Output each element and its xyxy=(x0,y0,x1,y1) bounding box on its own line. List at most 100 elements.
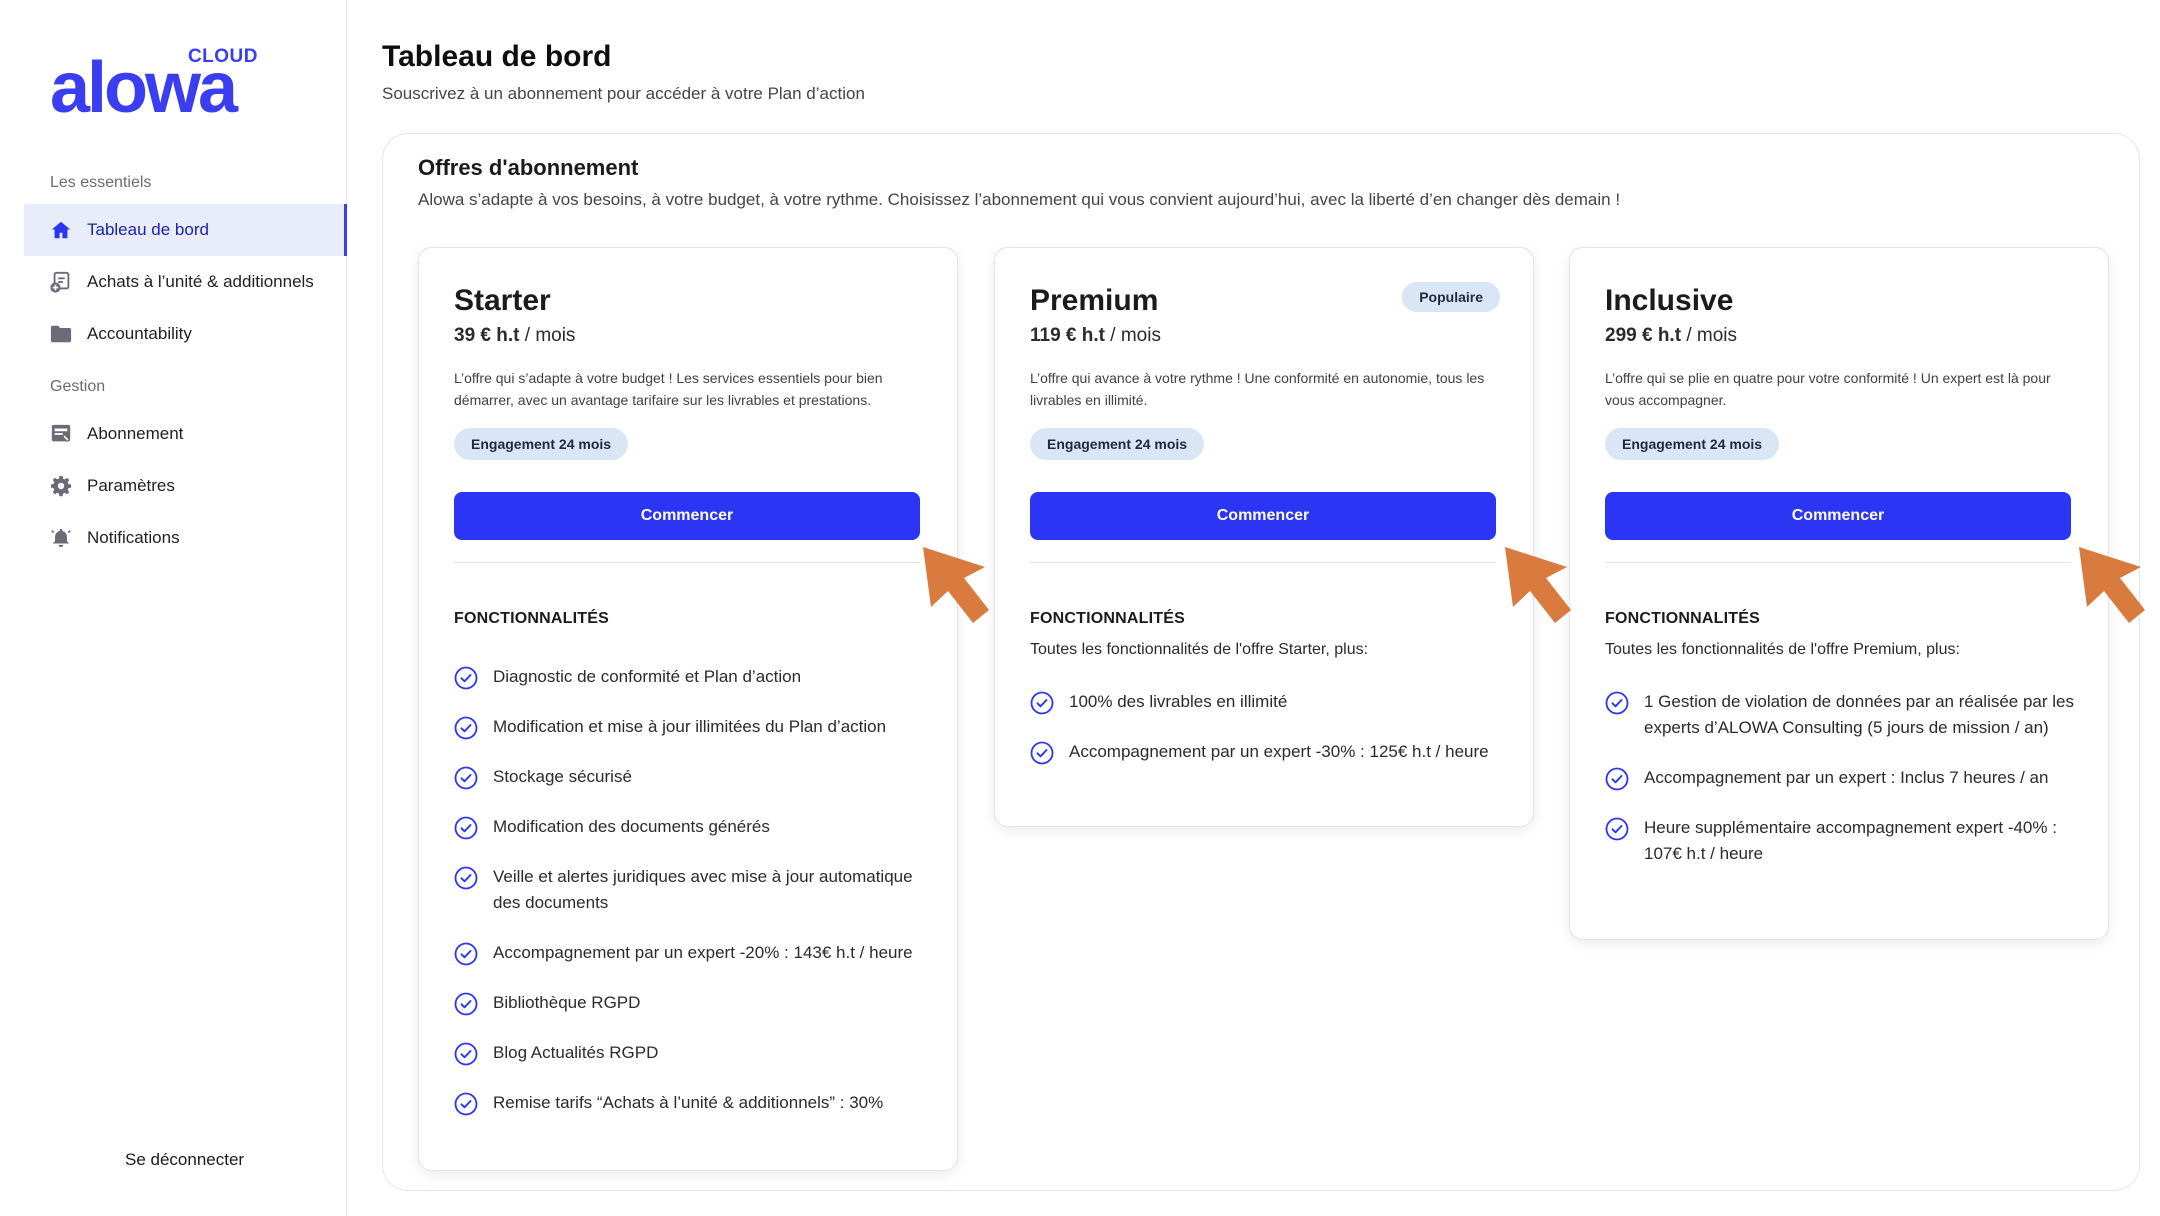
plan-price: 119 € h.t / mois xyxy=(1030,325,1161,347)
commitment-badge: Engagement 24 mois xyxy=(1030,428,1205,460)
home-icon xyxy=(49,218,73,242)
plan-price-period: / mois xyxy=(519,325,576,346)
alowa-logo[interactable]: CLOUD alowa xyxy=(50,44,270,124)
feature-item: Stockage sécurisé xyxy=(454,764,924,790)
feature-text: Veille et alertes juridiques avec mise à… xyxy=(493,867,913,912)
plan-name: Inclusive xyxy=(1605,284,1734,317)
plan-description: L’offre qui se plie en quatre pour votre… xyxy=(1605,370,2051,408)
section-label-gestion: Gestion xyxy=(50,378,106,395)
features-title: FONCTIONNALITÉS xyxy=(1605,610,1760,627)
logout-link[interactable]: Se déconnecter xyxy=(125,1150,244,1170)
plan-price-amount: 299 € h.t xyxy=(1605,325,1682,346)
feature-item: Diagnostic de conformité et Plan d’actio… xyxy=(454,664,924,690)
page-subtitle: Souscrivez à un abonnement pour accéder … xyxy=(382,84,865,103)
feature-text: 1 Gestion de violation de données par an… xyxy=(1644,692,2075,737)
feature-text: Accompagnement par un expert : Inclus 7 … xyxy=(1644,768,2049,787)
page-title: Tableau de bord xyxy=(382,40,612,73)
sidebar-item-label: Accountability xyxy=(87,324,192,343)
feature-item: Remise tarifs “Achats à l’unité & additi… xyxy=(454,1090,924,1116)
feature-text: Diagnostic de conformité et Plan d’actio… xyxy=(493,667,802,686)
gear-icon xyxy=(49,474,73,498)
features-title: FONCTIONNALITÉS xyxy=(454,610,609,627)
section-label-essentiels: Les essentiels xyxy=(50,174,152,191)
feature-item: Blog Actualités RGPD xyxy=(454,1040,924,1066)
plan-description: L’offre qui avance à votre rythme ! Une … xyxy=(1030,370,1485,408)
pointer-arrow-icon xyxy=(1505,547,1571,623)
plan-card-starter: Starter 39 € h.t / mois L’offre qui s’ad… xyxy=(418,247,958,1171)
feature-item: Accompagnement par un expert -20% : 143€… xyxy=(454,940,924,966)
check-circle-icon xyxy=(1605,767,1629,791)
plan-price-period: / mois xyxy=(1681,325,1737,346)
offers-title: Offres d'abonnement xyxy=(418,155,639,180)
check-circle-icon xyxy=(454,716,478,740)
feature-text: Remise tarifs “Achats à l’unité & additi… xyxy=(493,1093,884,1112)
features-list: 1 Gestion de violation de données par an… xyxy=(1605,689,2075,891)
plan-price-period: / mois xyxy=(1105,325,1161,346)
logo-wordmark: alowa xyxy=(50,48,238,128)
plan-description: L’offre qui s’adapte à votre budget ! Le… xyxy=(454,370,883,408)
check-circle-icon xyxy=(454,942,478,966)
sidebar: CLOUD alowa Les essentiels Tableau de bo… xyxy=(0,0,347,1216)
check-circle-icon xyxy=(454,1042,478,1066)
pointer-arrow-icon xyxy=(923,547,989,623)
check-circle-icon xyxy=(454,866,478,890)
check-circle-icon xyxy=(1605,691,1629,715)
features-intro: Toutes les fonctionnalités de l'offre Pr… xyxy=(1605,641,1960,658)
sidebar-item-achats[interactable]: Achats à l’unité & additionnels xyxy=(24,256,347,308)
features-list: 100% des livrables en illimité Accompagne… xyxy=(1030,689,1500,789)
commencer-button-inclusive[interactable]: Commencer xyxy=(1605,492,2071,540)
sidebar-item-accountability[interactable]: Accountability xyxy=(24,308,347,360)
feature-item: 100% des livrables en illimité xyxy=(1030,689,1500,715)
sidebar-item-label: Paramètres xyxy=(87,476,175,495)
feature-item: Accompagnement par un expert : Inclus 7 … xyxy=(1605,765,2075,791)
check-circle-icon xyxy=(454,1092,478,1116)
plan-price-amount: 119 € h.t xyxy=(1030,325,1105,346)
sidebar-item-label: Tableau de bord xyxy=(87,220,209,239)
plan-name: Premium xyxy=(1030,284,1159,317)
features-title: FONCTIONNALITÉS xyxy=(1030,610,1185,627)
card-divider xyxy=(1605,562,2071,563)
subscription-icon xyxy=(49,422,73,446)
feature-item: 1 Gestion de violation de données par an… xyxy=(1605,689,2075,741)
feature-text: Modification et mise à jour illimitées d… xyxy=(493,717,887,736)
features-list: Diagnostic de conformité et Plan d’actio… xyxy=(454,664,924,1140)
sidebar-item-label: Achats à l’unité & additionnels xyxy=(87,272,314,291)
pointer-arrow-icon xyxy=(2079,547,2145,623)
feature-item: Modification et mise à jour illimitées d… xyxy=(454,714,924,740)
sidebar-item-parametres[interactable]: Paramètres xyxy=(24,460,347,512)
feature-text: Accompagnement par un expert -20% : 143€… xyxy=(493,943,913,962)
card-divider xyxy=(454,562,920,563)
card-divider xyxy=(1030,562,1496,563)
popular-badge: Populaire xyxy=(1402,282,1500,312)
feature-text: Blog Actualités RGPD xyxy=(493,1043,659,1062)
feature-text: Modification des documents générés xyxy=(493,817,770,836)
commitment-badge: Engagement 24 mois xyxy=(454,428,629,460)
plan-card-premium: Premium Populaire 119 € h.t / mois L’off… xyxy=(994,247,1534,827)
feature-item: Veille et alertes juridiques avec mise à… xyxy=(454,864,924,916)
plan-price: 39 € h.t / mois xyxy=(454,325,575,347)
feature-text: Stockage sécurisé xyxy=(493,767,632,786)
commencer-button-starter[interactable]: Commencer xyxy=(454,492,920,540)
commencer-button-premium[interactable]: Commencer xyxy=(1030,492,1496,540)
check-circle-icon xyxy=(1030,741,1054,765)
sidebar-item-label: Abonnement xyxy=(87,424,184,443)
plan-price-amount: 39 € h.t xyxy=(454,325,520,346)
check-circle-icon xyxy=(454,766,478,790)
feature-item: Heure supplémentaire accompagnement expe… xyxy=(1605,815,2075,867)
sidebar-item-label: Notifications xyxy=(87,528,180,547)
sidebar-item-abonnement[interactable]: Abonnement xyxy=(24,408,347,460)
check-circle-icon xyxy=(1605,817,1629,841)
feature-item: Modification des documents générés xyxy=(454,814,924,840)
feature-text: 100% des livrables en illimité xyxy=(1069,692,1288,711)
plan-price: 299 € h.t / mois xyxy=(1605,325,1737,347)
check-circle-icon xyxy=(454,992,478,1016)
cart-add-icon xyxy=(49,270,73,294)
plan-card-inclusive: Inclusive 299 € h.t / mois L’offre qui s… xyxy=(1569,247,2109,940)
feature-text: Bibliothèque RGPD xyxy=(493,993,641,1012)
offers-subtitle: Alowa s’adapte à vos besoins, à votre bu… xyxy=(418,190,1621,209)
sidebar-item-notifications[interactable]: Notifications xyxy=(24,512,347,564)
bell-icon xyxy=(49,526,73,550)
sidebar-item-tableau-de-bord[interactable]: Tableau de bord xyxy=(24,204,347,256)
check-circle-icon xyxy=(454,666,478,690)
feature-item: Bibliothèque RGPD xyxy=(454,990,924,1016)
